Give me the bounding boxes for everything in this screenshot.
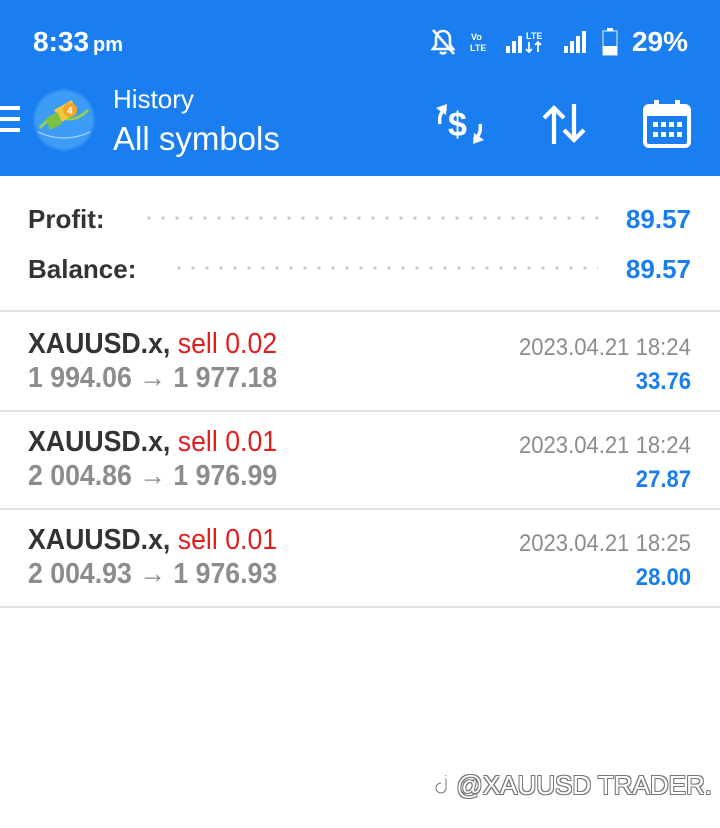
symbol-filter[interactable]: All symbols xyxy=(113,120,280,158)
svg-text:Vo: Vo xyxy=(471,32,482,42)
profit-value: 89.57 xyxy=(625,204,691,234)
sort-button[interactable] xyxy=(536,96,592,152)
deposit-withdraw-button[interactable]: $ xyxy=(432,96,488,152)
divider xyxy=(0,310,720,312)
trade-title: XAUUSD.x, sell 0.01 xyxy=(28,426,277,459)
trade-prices: 2 004.86 → 1 976.99 xyxy=(28,460,278,492)
trade-profit: 33.76 xyxy=(635,368,691,395)
svg-text:LTE: LTE xyxy=(470,43,486,53)
calendar-button[interactable] xyxy=(639,96,695,152)
trade-symbol: XAUUSD.x, xyxy=(28,328,171,360)
status-icons: Vo LTE LTE 29% xyxy=(430,26,688,58)
svg-text:$: $ xyxy=(448,106,467,144)
trade-side: sell 0.01 xyxy=(177,426,278,458)
metatrader-logo-icon: 4 xyxy=(33,89,95,151)
battery-icon xyxy=(602,28,618,56)
status-ampm: pm xyxy=(93,34,124,56)
battery-percent: 29% xyxy=(631,26,688,57)
watermark-text: @XAUUSD TRADER. xyxy=(456,770,712,800)
trade-date: 2023.04.21 18:24 xyxy=(519,432,691,459)
svg-text:LTE: LTE xyxy=(526,31,542,41)
trade-profit: 28.00 xyxy=(635,564,691,591)
profit-label: Profit: xyxy=(28,204,105,234)
trade-title: XAUUSD.x, sell 0.01 xyxy=(28,524,277,557)
trade-prices: 2 004.93 → 1 976.93 xyxy=(28,558,278,590)
profit-row: Profit: 89.57 xyxy=(0,200,720,240)
menu-icon[interactable] xyxy=(0,106,22,136)
trade-date: 2023.04.21 18:25 xyxy=(519,530,691,557)
page-title: History xyxy=(113,84,194,114)
trade-side: sell 0.02 xyxy=(177,328,278,360)
profit-dots xyxy=(142,216,598,220)
volte-icon: Vo LTE xyxy=(470,32,486,53)
calendar-icon xyxy=(643,100,691,148)
svg-text:4: 4 xyxy=(67,106,73,117)
trade-symbol: XAUUSD.x, xyxy=(28,426,171,458)
watermark: @XAUUSD TRADER. xyxy=(434,770,712,801)
app-bar: 8:33 pm Vo LTE LTE 29% 4 History All sym… xyxy=(0,0,720,176)
status-clock: 8:33 xyxy=(33,26,90,57)
balance-value: 89.57 xyxy=(625,254,691,284)
divider xyxy=(0,606,720,608)
status-bar: 8:33 pm Vo LTE LTE 29% xyxy=(0,0,720,80)
sort-icon xyxy=(542,104,586,144)
balance-dots xyxy=(172,266,598,270)
signal-icon xyxy=(563,31,586,53)
divider xyxy=(0,410,720,412)
divider xyxy=(0,508,720,510)
trade-date: 2023.04.21 18:24 xyxy=(519,334,691,361)
notifications-off-icon xyxy=(430,29,456,55)
status-time: 8:33 pm xyxy=(33,26,123,58)
signal-lte-icon: LTE xyxy=(505,31,542,54)
trade-profit: 27.87 xyxy=(635,466,691,493)
balance-label: Balance: xyxy=(28,254,137,284)
trade-side: sell 0.01 xyxy=(177,524,278,556)
deposit-withdraw-icon: $ xyxy=(436,104,484,144)
trade-symbol: XAUUSD.x, xyxy=(28,524,171,556)
trade-prices: 1 994.06 → 1 977.18 xyxy=(28,362,278,394)
trade-title: XAUUSD.x, sell 0.02 xyxy=(28,328,277,361)
watermark-logo-icon xyxy=(434,775,454,795)
balance-row: Balance: 89.57 xyxy=(0,250,720,290)
